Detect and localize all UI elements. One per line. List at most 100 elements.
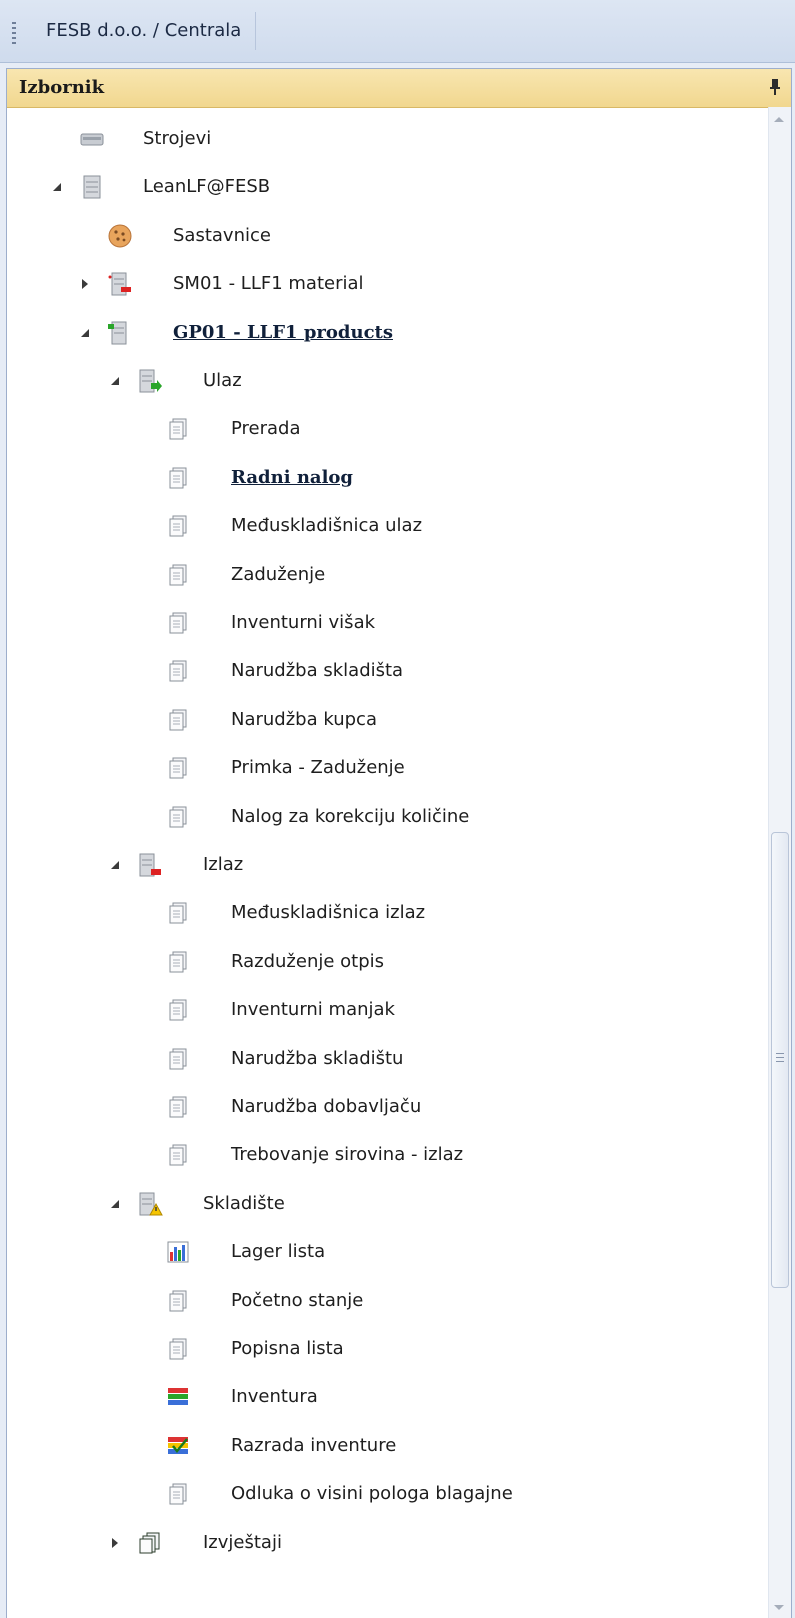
tree-node[interactable]: Strojevi	[7, 119, 747, 159]
output-icon	[139, 853, 161, 877]
tree-node-label: Početno stanje	[231, 1289, 364, 1311]
document-icon	[169, 660, 187, 682]
tree-node[interactable]: Narudžba skladišta	[7, 651, 747, 691]
window-title: FESB d.o.o. / Centrala	[32, 12, 257, 50]
tree-node[interactable]: Sastavnice	[7, 216, 747, 256]
tree-node[interactable]: Početno stanje	[7, 1281, 747, 1321]
tree-node-label: Narudžba kupca	[231, 708, 377, 730]
scroll-down-arrow-icon[interactable]	[774, 1605, 784, 1610]
tree-node-label: Inventurni višak	[231, 612, 376, 633]
reports-icon	[139, 1532, 160, 1554]
tree-node-label: Primka - Zaduženje	[231, 757, 405, 779]
tree-node[interactable]: Lager lista	[7, 1232, 747, 1272]
thumb-grip-icon	[776, 1053, 784, 1063]
toolbar-grip-icon[interactable]	[12, 22, 16, 46]
panel-title: Izbornik	[19, 77, 105, 98]
tree-node[interactable]: Inventurni višak	[7, 603, 747, 643]
expand-arrow-icon[interactable]	[51, 181, 63, 193]
tree-node[interactable]: Izlaz	[7, 845, 747, 885]
document-icon	[169, 1483, 187, 1505]
tree-node[interactable]: Razduženje otpis	[7, 942, 747, 982]
document-icon	[169, 1338, 187, 1360]
tree-node-label: Razrada inventure	[231, 1434, 397, 1456]
tree-node-label: Sastavnice	[173, 224, 271, 246]
warehouse-warning-icon	[139, 1192, 163, 1216]
tree-node-label: Skladište	[203, 1192, 285, 1214]
tree-node[interactable]: Zaduženje	[7, 555, 747, 595]
menu-panel: Izbornik Strojevi LeanLF@FESB Sastavnice SM…	[6, 68, 792, 1618]
pin-icon[interactable]	[769, 78, 781, 96]
document-icon	[169, 612, 187, 634]
document-icon	[169, 1048, 187, 1070]
document-icon	[169, 999, 187, 1021]
input-icon	[139, 369, 162, 393]
tree-node-label: Međuskladišnica ulaz	[231, 515, 423, 537]
tree-node-label: Prerada	[231, 418, 301, 440]
bar-chart-icon	[167, 1241, 189, 1263]
vertical-scrollbar[interactable]	[768, 107, 791, 1618]
window-titlebar: FESB d.o.o. / Centrala	[0, 0, 795, 63]
warehouse-green-icon	[108, 321, 127, 345]
server-icon	[83, 175, 101, 199]
expand-arrow-icon[interactable]	[109, 1198, 121, 1210]
tree-node[interactable]: Izvještaji	[7, 1523, 747, 1563]
tree-node-label: SM01 - LLF1 material	[173, 273, 364, 295]
document-icon	[169, 1290, 187, 1312]
tree-node-label: Nalog za korekciju količine	[231, 805, 470, 827]
tree-node[interactable]: Inventura	[7, 1377, 747, 1417]
panel-header: Izbornik	[7, 69, 791, 108]
tree-node-label: Trebovanje sirovina - izlaz	[231, 1144, 464, 1166]
tree-node[interactable]: Prerada	[7, 409, 747, 449]
tree-node[interactable]: Trebovanje sirovina - izlaz	[7, 1135, 747, 1175]
tree-node[interactable]: Međuskladišnica izlaz	[7, 893, 747, 933]
document-icon	[169, 1096, 187, 1118]
expand-arrow-icon[interactable]	[109, 859, 121, 871]
tree-node-label: Inventurni manjak	[231, 999, 395, 1021]
warehouse-red-icon	[108, 272, 131, 296]
tree-node[interactable]: Radni nalog	[7, 458, 747, 498]
tree-node[interactable]: Primka - Zaduženje	[7, 748, 747, 788]
tree-node-label: Inventura	[231, 1386, 318, 1408]
tree-node[interactable]: SM01 - LLF1 material	[7, 264, 747, 304]
document-icon	[169, 564, 187, 586]
tree-node-label: Izvještaji	[203, 1531, 282, 1553]
document-icon	[169, 806, 187, 828]
tree-node[interactable]: LeanLF@FESB	[7, 167, 747, 207]
tree-node[interactable]: GP01 - LLF1 products	[7, 313, 747, 353]
expand-arrow-icon[interactable]	[109, 375, 121, 387]
tree-node-label: Izlaz	[203, 854, 244, 875]
tree-node[interactable]: Narudžba dobavljaču	[7, 1087, 747, 1127]
tree-node-label: Popisna lista	[231, 1338, 344, 1359]
tree-node-label: Strojevi	[143, 128, 212, 149]
document-icon	[169, 902, 187, 924]
document-icon	[169, 951, 187, 973]
tree-node-label: Lager lista	[231, 1241, 326, 1263]
tree-node-label: Radni nalog	[231, 466, 353, 488]
document-icon	[169, 709, 187, 731]
tree-node-label: LeanLF@FESB	[143, 176, 271, 198]
tree-node-label: Ulaz	[203, 370, 242, 391]
tree-node[interactable]: Narudžba skladištu	[7, 1039, 747, 1079]
cookie-icon	[108, 224, 132, 248]
tree-node[interactable]: Skladište	[7, 1184, 747, 1224]
document-icon	[169, 418, 187, 440]
scroll-up-arrow-icon[interactable]	[774, 117, 784, 122]
tree-node[interactable]: Ulaz	[7, 361, 747, 401]
checklist-icon	[168, 1436, 188, 1454]
collapse-arrow-icon[interactable]	[79, 278, 91, 290]
tree-node[interactable]: Inventurni manjak	[7, 990, 747, 1030]
tree-node[interactable]: Narudžba kupca	[7, 700, 747, 740]
collapse-arrow-icon[interactable]	[109, 1537, 121, 1549]
expand-arrow-icon[interactable]	[79, 327, 91, 339]
tree-node[interactable]: Međuskladišnica ulaz	[7, 506, 747, 546]
tree-node[interactable]: Popisna lista	[7, 1329, 747, 1369]
tree-node[interactable]: Odluka o visini pologa blagajne	[7, 1474, 747, 1514]
document-icon	[169, 1144, 187, 1166]
tree-node[interactable]: Nalog za korekciju količine	[7, 797, 747, 837]
tree-node-label: Narudžba skladišta	[231, 660, 404, 682]
tree-node-label: Odluka o visini pologa blagajne	[231, 1483, 513, 1505]
document-icon	[169, 757, 187, 779]
tree-node[interactable]: Razrada inventure	[7, 1426, 747, 1466]
scroll-thumb[interactable]	[771, 832, 789, 1288]
stacked-list-icon	[168, 1388, 188, 1406]
